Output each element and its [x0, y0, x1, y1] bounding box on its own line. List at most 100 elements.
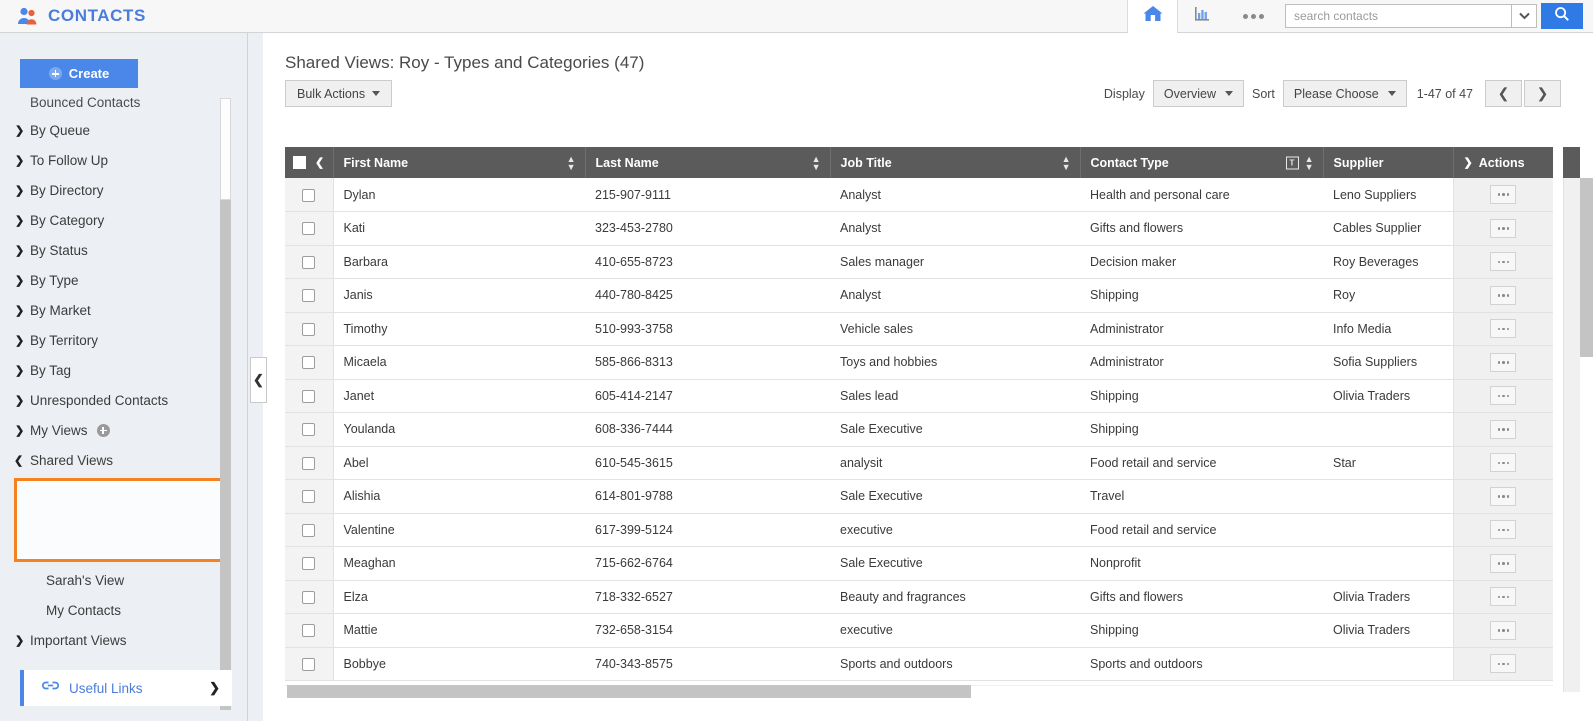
sidebar-item-to-follow-up[interactable]: ❯ To Follow Up [0, 145, 232, 175]
table-row[interactable]: Dylan 215-907-9111 Analyst Health and perso… [285, 178, 1553, 212]
sidebar-item-shared-views[interactable]: ❮ Shared Views [0, 445, 232, 475]
sidebar-item-bounced-contacts[interactable]: Bounced Contacts [0, 89, 232, 115]
row-select-cell[interactable] [285, 580, 334, 614]
row-select-cell[interactable] [285, 379, 334, 413]
row-checkbox[interactable] [302, 255, 316, 269]
column-header-supplier[interactable]: Supplier [1323, 147, 1454, 178]
table-row[interactable]: Barbara 410-655-8723 Sales manager Decision… [285, 245, 1553, 279]
column-header-job-title[interactable]: Job Title ▲ ▼ [830, 147, 1081, 178]
app-brand[interactable]: CONTACTS [0, 6, 146, 26]
row-select-cell[interactable] [285, 446, 334, 480]
row-select-cell[interactable] [285, 412, 334, 447]
sort-icon[interactable]: ▲ ▼ [567, 154, 576, 171]
table-row[interactable]: Elza 718-332-6527 Beauty and fragrances Gif… [285, 580, 1553, 614]
row-actions-button[interactable] [1490, 185, 1517, 205]
sidebar-item-important-views[interactable]: ❯ Important Views [0, 625, 232, 655]
row-actions-button[interactable] [1490, 352, 1517, 372]
sidebar-item-sarahs-view[interactable]: Sarah's View [0, 565, 232, 595]
cell-actions[interactable] [1452, 178, 1553, 212]
column-header-first-name[interactable]: First Name ▲ ▼ [333, 147, 586, 178]
row-checkbox[interactable] [302, 322, 316, 336]
sidebar-item-by-territory[interactable]: ❯ By Territory [0, 325, 232, 355]
row-checkbox[interactable] [302, 289, 316, 303]
search-submit-button[interactable] [1541, 3, 1583, 29]
row-actions-button[interactable] [1490, 654, 1517, 674]
row-actions-button[interactable] [1490, 520, 1517, 540]
sidebar-item-by-status[interactable]: ❯ By Status [0, 235, 232, 265]
sidebar-item-by-tag[interactable]: ❯ By Tag [0, 355, 232, 385]
column-header-last-name[interactable]: Last Name ▲ ▼ [585, 147, 831, 178]
cell-actions[interactable] [1452, 446, 1553, 480]
table-row[interactable]: Janis 440-780-8425 Analyst Shipping Roy [285, 278, 1553, 313]
sidebar-item-by-directory[interactable]: ❯ By Directory [0, 175, 232, 205]
row-checkbox[interactable] [302, 490, 316, 504]
cell-actions[interactable] [1452, 580, 1553, 614]
cell-actions[interactable] [1452, 379, 1553, 413]
cell-actions[interactable] [1452, 278, 1553, 313]
sidebar-collapse-handle[interactable]: ❮ [250, 357, 267, 403]
row-checkbox[interactable] [302, 557, 316, 571]
row-select-cell[interactable] [285, 513, 334, 547]
home-button[interactable] [1127, 0, 1177, 33]
next-page-button[interactable]: ❯ [1524, 80, 1561, 107]
row-actions-button[interactable] [1490, 419, 1517, 439]
cell-actions[interactable] [1452, 345, 1553, 380]
cell-actions[interactable] [1452, 412, 1553, 447]
row-actions-button[interactable] [1490, 252, 1517, 272]
row-select-cell[interactable] [285, 211, 334, 246]
row-checkbox[interactable] [302, 222, 316, 236]
table-vertical-scrollbar-thumb[interactable] [1580, 178, 1593, 357]
table-row[interactable]: Timothy 510-993-3758 Vehicle sales Administ… [285, 312, 1553, 346]
sidebar-item-olivia-traders-contacts[interactable]: Olivia Traders Contacts [0, 475, 232, 505]
row-checkbox[interactable] [302, 657, 316, 671]
row-actions-button[interactable] [1490, 218, 1517, 238]
cell-actions[interactable] [1452, 211, 1553, 246]
row-select-cell[interactable] [285, 178, 334, 212]
row-select-cell[interactable] [285, 345, 334, 380]
sort-dropdown[interactable]: Please Choose [1282, 80, 1407, 107]
row-actions-button[interactable] [1490, 587, 1517, 607]
table-row[interactable]: Abel 610-545-3615 analysit Food retail and … [285, 446, 1553, 480]
row-actions-button[interactable] [1490, 453, 1517, 473]
cell-actions[interactable] [1452, 312, 1553, 346]
column-header-select-all[interactable]: ❮ [285, 147, 334, 178]
add-view-icon[interactable] [96, 423, 110, 437]
sidebar-item-by-type[interactable]: ❯ By Type [0, 265, 232, 295]
bulk-actions-button[interactable]: Bulk Actions [285, 80, 393, 107]
chevron-left-icon[interactable]: ❮ [315, 156, 324, 169]
sort-icon[interactable]: ▲ ▼ [1305, 154, 1314, 171]
row-actions-button[interactable] [1490, 319, 1517, 339]
row-checkbox[interactable] [302, 423, 316, 437]
sort-icon[interactable]: ▲ ▼ [1062, 154, 1071, 171]
sidebar-item-by-market[interactable]: ❯ By Market [0, 295, 232, 325]
row-checkbox[interactable] [302, 523, 316, 537]
cell-actions[interactable] [1452, 546, 1553, 581]
sidebar-item-unresponded-contacts[interactable]: ❯ Unresponded Contacts [0, 385, 232, 415]
table-row[interactable]: Micaela 585-866-8313 Toys and hobbies Admin… [285, 345, 1553, 380]
cell-actions[interactable] [1452, 245, 1553, 279]
search-input[interactable] [1285, 4, 1511, 28]
cell-actions[interactable] [1452, 613, 1553, 648]
table-row[interactable]: Janet 605-414-2147 Sales lead Shipping Olivi… [285, 379, 1553, 413]
row-select-cell[interactable] [285, 647, 334, 681]
cell-actions[interactable] [1452, 513, 1553, 547]
sidebar-item-by-queue[interactable]: ❯ By Queue [0, 115, 232, 145]
useful-links-button[interactable]: Useful Links ❯ [20, 670, 232, 706]
sidebar-item-by-category[interactable]: ❯ By Category [0, 205, 232, 235]
sidebar-item-my-contacts[interactable]: My Contacts [0, 595, 232, 625]
display-dropdown[interactable]: Overview [1152, 80, 1244, 107]
row-checkbox[interactable] [302, 624, 316, 638]
row-select-cell[interactable] [285, 546, 334, 581]
reports-button[interactable] [1177, 0, 1227, 33]
column-header-contact-type[interactable]: Contact Type T ▲ ▼ [1080, 147, 1324, 178]
sort-icon[interactable]: ▲ ▼ [812, 154, 821, 171]
row-checkbox[interactable] [302, 356, 316, 370]
table-row[interactable]: Kati 323-453-2780 Analyst Gifts and flowers… [285, 211, 1553, 246]
more-options-button[interactable] [1227, 0, 1279, 33]
row-actions-button[interactable] [1490, 486, 1517, 506]
row-actions-button[interactable] [1490, 620, 1517, 640]
row-checkbox[interactable] [302, 456, 316, 470]
table-row[interactable]: Youlanda 608-336-7444 Sale Executive Shippi… [285, 412, 1553, 447]
chevron-right-icon[interactable]: ❯ [1464, 156, 1473, 169]
row-actions-button[interactable] [1490, 553, 1517, 573]
